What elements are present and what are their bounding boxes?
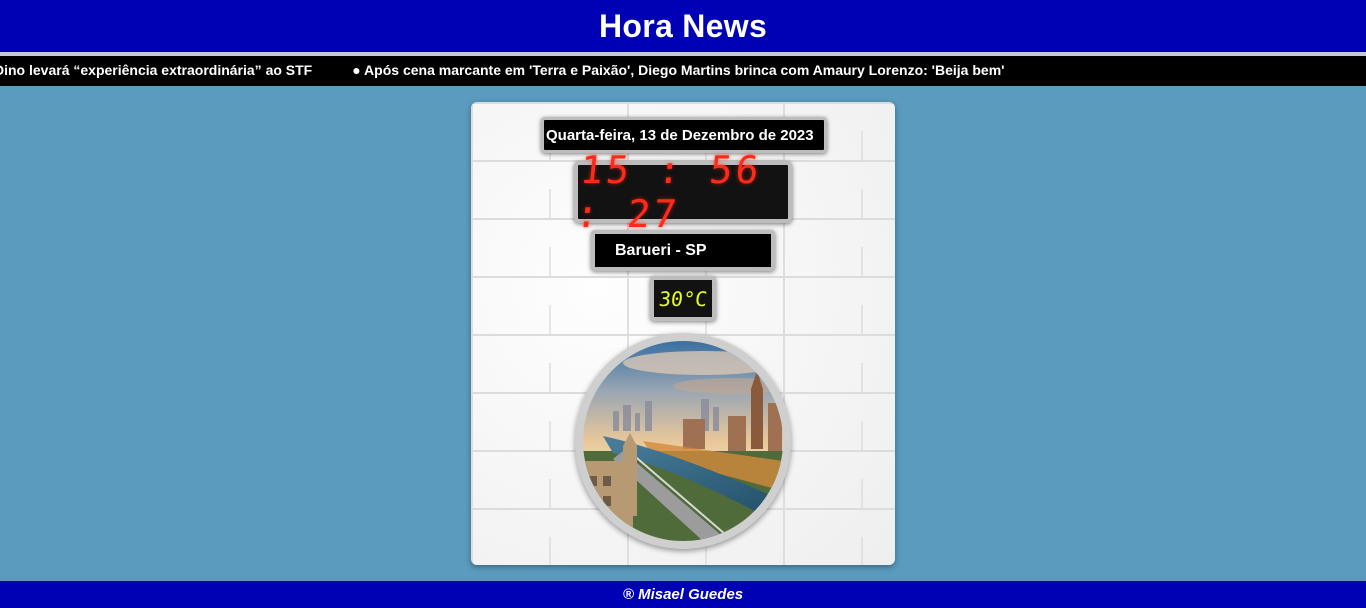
location-text: Barueri - SP (615, 241, 707, 259)
digital-clock: 15 : 56 : 27 (573, 148, 792, 236)
ticker-item[interactable]: Dino levará “experiência extraordinária”… (0, 62, 312, 78)
city-photo (583, 341, 783, 541)
city-illustration-icon (583, 341, 783, 541)
footer-bar: ® Misael Guedes (0, 581, 1366, 608)
temperature-value: 30°C (657, 286, 709, 311)
date-text: Quarta-feira, 13 de Dezembro de 2023 (546, 126, 814, 144)
ticker-item[interactable]: ● Após cena marcante em 'Terra e Paixão'… (352, 62, 1004, 78)
clock-time: 15 : 56 : 27 (573, 148, 764, 236)
weather-clock-card: Quarta-feira, 13 de Dezembro de 2023 15 … (471, 102, 895, 565)
city-photo-frame (575, 333, 791, 549)
ticker-track: Dino levará “experiência extraordinária”… (0, 62, 1004, 78)
temperature-display: 30°C (650, 276, 716, 321)
location-display: Barueri - SP (591, 230, 775, 271)
header-bar: Hora News (0, 0, 1366, 52)
copyright-text: ® Misael Guedes (622, 586, 744, 603)
news-ticker: Dino levará “experiência extraordinária”… (0, 56, 1366, 86)
site-title: Hora News (598, 7, 768, 44)
